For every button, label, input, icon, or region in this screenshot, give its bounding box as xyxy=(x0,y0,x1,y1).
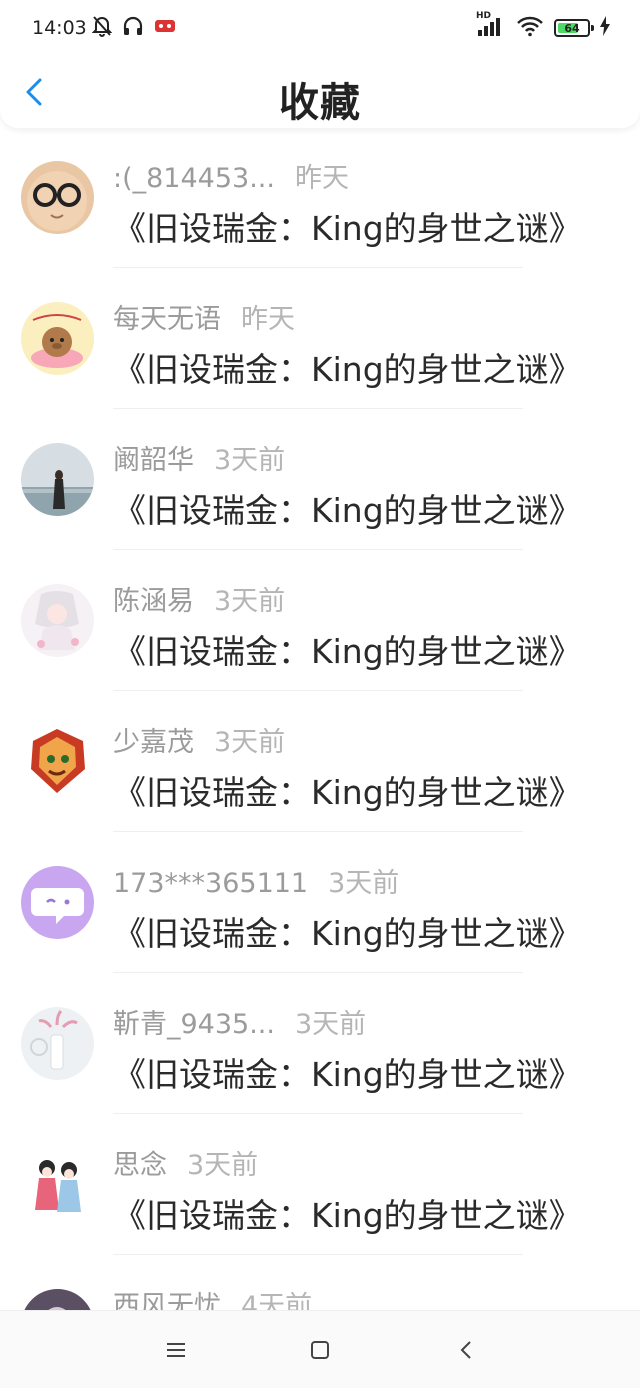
charging-icon xyxy=(600,16,610,40)
list-item[interactable]: 少嘉茂 3天前 《旧设瑞金：King的身世之谜》 xyxy=(0,692,640,833)
timestamp: 昨天 xyxy=(241,304,295,335)
app-notification-icon xyxy=(154,17,176,39)
book-title[interactable]: 《旧设瑞金：King的身世之谜》 xyxy=(113,766,582,814)
avatar[interactable] xyxy=(21,302,94,375)
headphones-icon xyxy=(122,15,144,41)
avatar[interactable] xyxy=(21,725,94,798)
avatar[interactable] xyxy=(21,1289,94,1310)
book-title[interactable]: 《旧设瑞金：King的身世之谜》 xyxy=(113,907,582,955)
user-name[interactable]: :(_814453... xyxy=(113,163,275,194)
page-title: 收藏 xyxy=(279,80,361,126)
book-title[interactable]: 《旧设瑞金：King的身世之谜》 xyxy=(113,484,582,532)
avatar[interactable] xyxy=(21,866,94,939)
avatar[interactable] xyxy=(21,1007,94,1080)
timestamp: 4天前 xyxy=(241,1291,313,1310)
battery-level: 64 xyxy=(564,21,580,35)
book-title[interactable]: 《旧设瑞金：King的身世之谜》 xyxy=(113,1048,582,1096)
signal-icon: HD xyxy=(476,11,506,41)
divider xyxy=(113,408,523,409)
divider xyxy=(113,549,523,550)
user-name[interactable]: 每天无语 xyxy=(113,304,221,335)
avatar[interactable] xyxy=(21,161,94,234)
home-button[interactable] xyxy=(305,1335,335,1365)
app-header: 收藏 xyxy=(0,56,640,128)
list-item[interactable]: :(_814453... 昨天 《旧设瑞金：King的身世之谜》 xyxy=(0,128,640,269)
nav-back-button[interactable] xyxy=(451,1335,481,1365)
system-nav-bar xyxy=(0,1310,640,1388)
user-name[interactable]: 西风无忧 xyxy=(113,1291,221,1310)
user-name[interactable]: 173***365111 xyxy=(113,868,308,899)
favorites-list: :(_814453... 昨天 《旧设瑞金：King的身世之谜》 每天无语 昨天 《… xyxy=(0,128,640,1310)
divider xyxy=(113,690,523,691)
book-title[interactable]: 《旧设瑞金：King的身世之谜》 xyxy=(113,625,582,673)
timestamp: 3天前 xyxy=(214,727,286,758)
list-item[interactable]: 西风无忧 4天前 xyxy=(0,1256,640,1310)
book-title[interactable]: 《旧设瑞金：King的身世之谜》 xyxy=(113,202,582,250)
timestamp: 3天前 xyxy=(294,1009,367,1040)
network-label: HD xyxy=(476,11,492,21)
divider xyxy=(113,1113,523,1114)
menu-button[interactable] xyxy=(161,1335,191,1365)
list-item[interactable]: 每天无语 昨天 《旧设瑞金：King的身世之谜》 xyxy=(0,269,640,410)
list-item[interactable]: 靳青_9435... 3天前 《旧设瑞金：King的身世之谜》 xyxy=(0,974,640,1115)
book-title[interactable]: 《旧设瑞金：King的身世之谜》 xyxy=(113,343,582,391)
back-icon xyxy=(460,1341,471,1359)
list-item[interactable]: 陈涵易 3天前 《旧设瑞金：King的身世之谜》 xyxy=(0,551,640,692)
user-name[interactable]: 少嘉茂 xyxy=(113,727,194,758)
mute-bell-icon xyxy=(91,15,113,41)
menu-icon xyxy=(167,1343,185,1357)
user-name[interactable]: 陈涵易 xyxy=(113,586,194,617)
user-name[interactable]: 阚韶华 xyxy=(113,445,194,476)
wifi-icon xyxy=(516,15,544,41)
avatar[interactable] xyxy=(21,584,94,657)
timestamp: 3天前 xyxy=(328,868,400,899)
divider xyxy=(113,831,523,832)
timestamp: 昨天 xyxy=(294,163,349,194)
list-item[interactable]: 阚韶华 3天前 《旧设瑞金：King的身世之谜》 xyxy=(0,410,640,551)
timestamp: 3天前 xyxy=(214,445,286,476)
timestamp: 3天前 xyxy=(214,586,286,617)
home-icon xyxy=(311,1341,329,1359)
list-item[interactable]: 173***365111 3天前 《旧设瑞金：King的身世之谜》 xyxy=(0,833,640,974)
avatar[interactable] xyxy=(21,443,94,516)
battery-icon: 64 xyxy=(554,19,594,37)
user-name[interactable]: 思念 xyxy=(113,1150,167,1181)
timestamp: 3天前 xyxy=(187,1150,259,1181)
status-time: 14:03 xyxy=(32,17,87,39)
book-title[interactable]: 《旧设瑞金：King的身世之谜》 xyxy=(113,1189,582,1237)
divider xyxy=(113,1254,523,1255)
user-name[interactable]: 靳青_9435... xyxy=(113,1009,275,1040)
list-item[interactable]: 思念 3天前 《旧设瑞金：King的身世之谜》 xyxy=(0,1115,640,1256)
avatar[interactable] xyxy=(21,1148,94,1221)
status-bar: 14:03 HD 64 xyxy=(0,0,640,56)
divider xyxy=(113,267,523,268)
divider xyxy=(113,972,523,973)
